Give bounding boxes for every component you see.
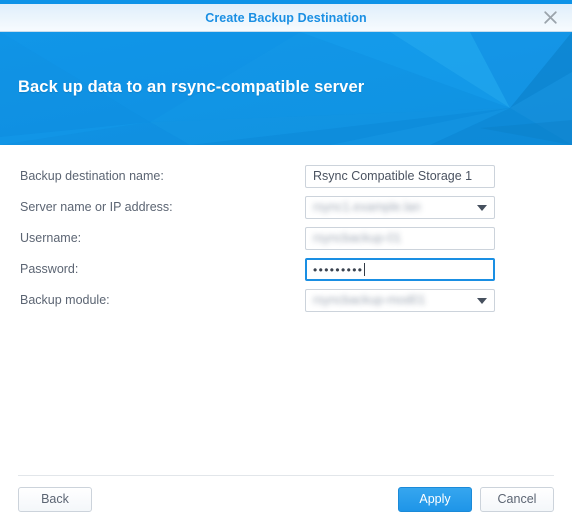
label-password: Password: [20,262,79,277]
footer-right-actions: Apply Cancel [398,487,554,512]
dialog-banner: Back up data to an rsync-compatible serv… [0,32,572,145]
apply-button[interactable]: Apply [398,487,472,512]
chevron-down-icon [477,297,487,304]
label-backup-module: Backup module: [20,293,110,308]
backup-destination-name-input[interactable]: Rsync Compatible Storage 1 [305,165,495,188]
backup-module-value: rsyncbackup-mod01 [313,294,426,307]
password-value: ••••••••• [313,262,364,277]
label-username: Username: [20,231,82,246]
backup-destination-name-value: Rsync Compatible Storage 1 [313,170,473,183]
dialog-body: Backup destination name: Rsync Compatibl… [0,145,572,475]
create-backup-destination-dialog: Create Backup Destination Back up data t… [0,0,572,523]
form-row-username: Username: rsyncbackup-01 [20,223,552,254]
form-row-password: Password: ••••••••• [20,254,552,285]
username-input[interactable]: rsyncbackup-01 [305,227,495,250]
server-name-select[interactable]: rsync1.example.lan [305,196,495,219]
dialog-title: Create Backup Destination [205,10,367,25]
cancel-button[interactable]: Cancel [480,487,554,512]
text-cursor [364,263,366,276]
username-value: rsyncbackup-01 [313,232,402,245]
password-input[interactable]: ••••••••• [305,258,495,281]
backup-module-select[interactable]: rsyncbackup-mod01 [305,289,495,312]
label-backup-destination-name: Backup destination name: [20,169,164,184]
label-server-name: Server name or IP address: [20,200,173,215]
dialog-titlebar: Create Backup Destination [0,4,572,32]
back-button[interactable]: Back [18,487,92,512]
close-icon[interactable] [528,4,572,31]
banner-heading: Back up data to an rsync-compatible serv… [18,78,365,96]
form-row-backup-module: Backup module: rsyncbackup-mod01 [20,285,552,316]
server-name-value: rsync1.example.lan [313,201,421,214]
form-row-server-name: Server name or IP address: rsync1.exampl… [20,192,552,223]
dialog-footer: Back Apply Cancel [18,475,554,523]
form-row-backup-destination-name: Backup destination name: Rsync Compatibl… [20,161,552,192]
chevron-down-icon [477,204,487,211]
